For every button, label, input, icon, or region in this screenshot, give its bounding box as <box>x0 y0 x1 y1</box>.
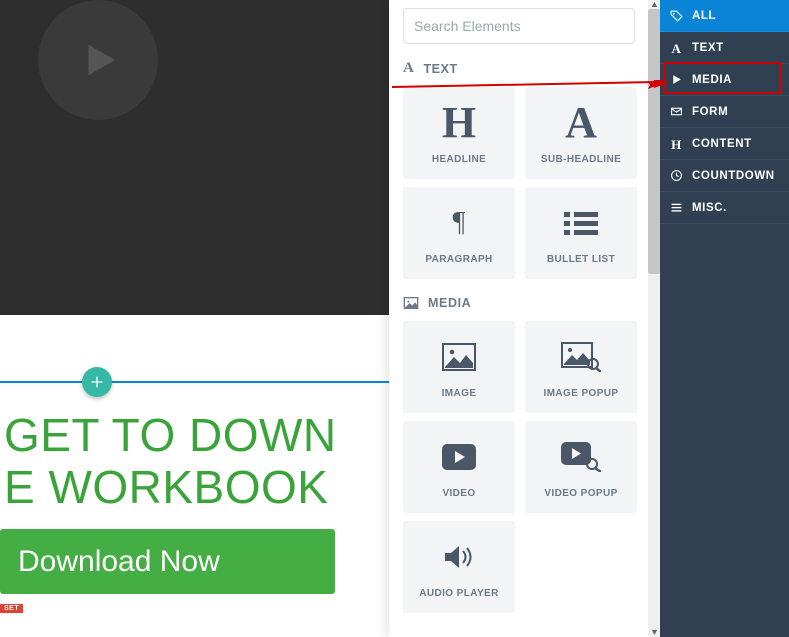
download-button[interactable]: Download Now <box>0 529 335 594</box>
section-header-media: MEDIA <box>403 295 639 311</box>
sidebar-item-misc[interactable]: MISC. <box>660 192 789 224</box>
scroll-thumb[interactable] <box>648 9 660 274</box>
font-icon: A <box>670 41 683 54</box>
sidebar-item-label: ALL <box>692 10 716 22</box>
headline-line1: GET TO DOWN <box>4 410 337 462</box>
headline-icon: H <box>442 101 476 145</box>
sidebar-item-content[interactable]: H CONTENT <box>660 128 789 160</box>
sidebar-item-label: CONTENT <box>692 138 752 150</box>
sidebar-item-label: FORM <box>692 106 728 118</box>
font-icon: A <box>403 60 414 77</box>
scroll-up-icon: ▲ <box>650 0 659 9</box>
sidebar-item-all[interactable]: ALL <box>660 0 789 32</box>
sidebar-item-label: MISC. <box>692 202 727 214</box>
plus-icon <box>89 374 105 390</box>
tile-label: VIDEO POPUP <box>544 488 617 499</box>
clock-icon <box>670 169 683 182</box>
elements-panel: A TEXT H HEADLINE A SUB-HEADLINE ¶ PARAG… <box>389 0 649 637</box>
sidebar-item-label: MEDIA <box>692 74 732 86</box>
sidebar-item-media[interactable]: MEDIA <box>660 64 789 96</box>
editor-canvas: GET TO DOWN E WORKBOOK Download Now SET <box>0 0 389 637</box>
play-icon <box>75 37 121 83</box>
tile-paragraph[interactable]: ¶ PARAGRAPH <box>403 187 515 279</box>
tile-sub-headline[interactable]: A SUB-HEADLINE <box>525 87 637 179</box>
sub-headline-icon: A <box>565 101 597 145</box>
corner-tag: SET <box>0 604 23 613</box>
add-element-button[interactable] <box>82 367 112 397</box>
tag-icon <box>670 9 683 22</box>
play-icon <box>670 73 683 86</box>
video-region <box>0 0 389 315</box>
tile-label: AUDIO PLAYER <box>419 588 498 599</box>
tile-label: IMAGE POPUP <box>544 388 619 399</box>
image-popup-icon <box>561 342 601 372</box>
category-sidebar: ALL A TEXT MEDIA FORM H CONTENT COUNTDOW… <box>660 0 789 637</box>
tile-label: SUB-HEADLINE <box>541 154 621 165</box>
image-icon <box>403 295 419 311</box>
tile-label: PARAGRAPH <box>425 254 492 265</box>
tile-video-popup[interactable]: VIDEO POPUP <box>525 421 637 513</box>
paragraph-icon: ¶ <box>453 209 466 237</box>
sidebar-item-countdown[interactable]: COUNTDOWN <box>660 160 789 192</box>
tile-label: VIDEO <box>442 488 475 499</box>
tile-label: HEADLINE <box>432 154 486 165</box>
video-play-button[interactable] <box>38 0 158 120</box>
tile-video[interactable]: VIDEO <box>403 421 515 513</box>
sidebar-item-form[interactable]: FORM <box>660 96 789 128</box>
sidebar-item-label: TEXT <box>692 42 724 54</box>
panel-scrollbar[interactable]: ▲ ▼ <box>648 0 660 637</box>
headline-line2: E WORKBOOK <box>4 462 337 514</box>
video-icon <box>442 444 476 470</box>
section-title: TEXT <box>423 62 457 76</box>
headline-text[interactable]: GET TO DOWN E WORKBOOK <box>0 410 337 513</box>
section-header-text: A TEXT <box>403 60 639 77</box>
insert-divider <box>0 381 389 383</box>
search-input[interactable] <box>403 8 635 44</box>
sidebar-item-label: COUNTDOWN <box>692 170 775 182</box>
tile-image[interactable]: IMAGE <box>403 321 515 413</box>
tile-image-popup[interactable]: IMAGE POPUP <box>525 321 637 413</box>
menu-icon <box>670 201 683 214</box>
tile-headline[interactable]: H HEADLINE <box>403 87 515 179</box>
tile-bullet-list[interactable]: BULLET LIST <box>525 187 637 279</box>
sidebar-item-text[interactable]: A TEXT <box>660 32 789 64</box>
tile-audio-player[interactable]: AUDIO PLAYER <box>403 521 515 613</box>
tile-label: BULLET LIST <box>547 254 615 265</box>
audio-icon <box>443 543 475 571</box>
mail-icon <box>670 105 683 118</box>
section-title: MEDIA <box>428 296 471 310</box>
download-button-label: Download Now <box>18 545 220 579</box>
video-popup-icon <box>561 442 601 472</box>
tile-label: IMAGE <box>442 388 477 399</box>
scroll-down-icon: ▼ <box>650 628 659 637</box>
image-icon <box>442 343 476 371</box>
headline-icon: H <box>670 137 683 150</box>
bullet-list-icon <box>564 210 598 236</box>
